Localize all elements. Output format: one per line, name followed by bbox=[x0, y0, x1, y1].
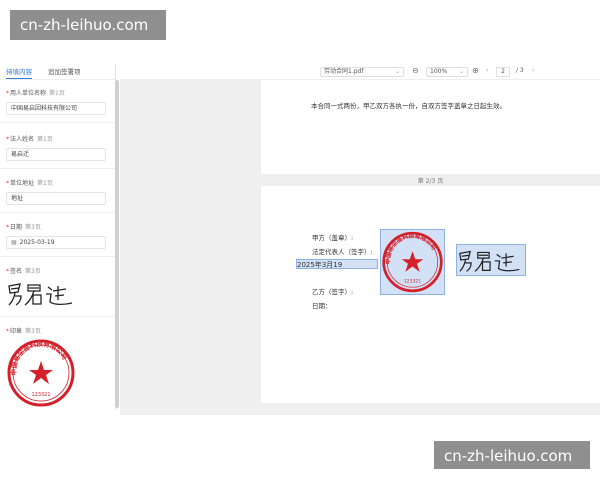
zoom-select[interactable]: 100% ⌄ bbox=[426, 67, 468, 77]
page: { "watermark": "cn-zh-leihuo.com", "tabs… bbox=[0, 0, 600, 480]
divider bbox=[0, 316, 116, 317]
zoom-value: 100% bbox=[430, 68, 448, 75]
party-a-label: 甲方（盖章）: bbox=[312, 234, 354, 242]
date-field-value: 2025年3月19 bbox=[297, 261, 343, 269]
watermark-top: cn-zh-leihuo.com bbox=[10, 10, 166, 40]
field-label: 法人姓名 bbox=[10, 136, 35, 143]
fill-panel: 待填内容 追加签署项 *用人单位名称 第1页 中国易启因科技有限公司 *法人姓名第… bbox=[0, 64, 116, 410]
field-employer-name: *用人单位名称 第1页 中国易启因科技有限公司 bbox=[6, 88, 110, 115]
field-legal-name: *法人姓名 第1页 易启迁 bbox=[6, 134, 110, 161]
seal-field-box[interactable]: 中国易企签科技有限公司 123321 bbox=[380, 229, 445, 295]
field-label: 单位地址 bbox=[10, 180, 35, 187]
prev-page-icon[interactable]: ‹ bbox=[486, 67, 488, 74]
field-label: 日期 bbox=[10, 224, 23, 231]
file-name: 劳动合同1.pdf bbox=[324, 68, 364, 75]
field-address: *单位地址 第1页 地址 bbox=[6, 178, 110, 205]
employer-name-input[interactable]: 中国易启因科技有限公司 bbox=[6, 102, 106, 115]
legal-rep-label: 法定代表人（签字）: bbox=[312, 248, 373, 256]
tab-add-sign-item[interactable]: 追加签署项 bbox=[48, 64, 81, 79]
document-page-2: 甲方（盖章）: 法定代表人（签字）: 2025年3月19 乙方（签字）: 日期：… bbox=[261, 186, 600, 403]
party-b-label: 乙方（签字）: bbox=[312, 288, 354, 296]
field-signature: *签名 第3页 bbox=[6, 268, 41, 275]
field-page: 第3页 bbox=[25, 328, 41, 335]
company-seal-icon: 中国易企签科技有限公司 123321 bbox=[7, 339, 75, 407]
date-value: 2025-03-19 bbox=[19, 239, 55, 246]
svg-text:123321: 123321 bbox=[31, 392, 50, 398]
field-seal: *印章 第3页 bbox=[6, 328, 41, 335]
viewer-toolbar: 劳动合同1.pdf ⌄ ⊖ 100% ⌄ ⊕ ‹ 2 / 3 › bbox=[120, 64, 600, 80]
legal-name-input[interactable]: 易启迁 bbox=[6, 148, 106, 161]
field-page: 第3页 bbox=[25, 224, 41, 231]
signature-field-box[interactable] bbox=[456, 244, 526, 276]
file-select[interactable]: 劳动合同1.pdf ⌄ bbox=[320, 67, 404, 77]
field-label: 用人单位名称 bbox=[10, 90, 47, 97]
signature-handwriting bbox=[459, 250, 520, 272]
chevron-down-icon: ⌄ bbox=[394, 68, 400, 75]
watermark-bottom: cn-zh-leihuo.com bbox=[434, 441, 590, 469]
field-date: *日期 第3页 ▦ 2025-03-19 bbox=[6, 222, 110, 249]
field-page: 第3页 bbox=[25, 268, 41, 275]
address-input[interactable]: 地址 bbox=[6, 192, 106, 205]
field-page: 第1页 bbox=[49, 90, 65, 97]
svg-text:123321: 123321 bbox=[404, 279, 421, 285]
seal-image[interactable]: 中国易企签科技有限公司 123321 bbox=[6, 338, 76, 408]
tab-pending-content[interactable]: 待填内容 bbox=[6, 64, 32, 79]
field-page: 第1页 bbox=[37, 180, 53, 187]
next-page-icon[interactable]: › bbox=[532, 67, 534, 74]
date-picker[interactable]: ▦ 2025-03-19 bbox=[6, 236, 106, 249]
calendar-icon: ▦ bbox=[11, 239, 17, 246]
company-seal-icon: 中国易企签科技有限公司 123321 bbox=[382, 232, 443, 293]
page-number-input[interactable]: 2 bbox=[496, 67, 510, 77]
divider bbox=[0, 122, 116, 123]
document-page-1: 本合同一式两份，甲乙双方各执一份，自双方签字盖章之日起生效。 bbox=[261, 80, 600, 174]
field-label: 签名 bbox=[10, 268, 23, 275]
field-label: 印章 bbox=[10, 328, 23, 335]
divider bbox=[0, 212, 116, 213]
left-panel-scrollbar[interactable] bbox=[115, 80, 119, 408]
divider bbox=[0, 256, 116, 257]
field-page: 第1页 bbox=[37, 136, 53, 143]
zoom-out-icon[interactable]: ⊖ bbox=[412, 66, 419, 75]
page-indicator: 第 2/3 页 bbox=[417, 178, 444, 185]
total-pages: / 3 bbox=[516, 67, 524, 74]
document-viewer[interactable]: 本合同一式两份，甲乙双方各执一份，自双方签字盖章之日起生效。 第 2/3 页 甲… bbox=[120, 80, 600, 415]
date-label: 日期： bbox=[312, 302, 332, 310]
zoom-in-icon[interactable]: ⊕ bbox=[472, 66, 479, 75]
panel-tabs: 待填内容 追加签署项 bbox=[0, 64, 115, 80]
contract-clause: 本合同一式两份，甲乙双方各执一份，自双方签字盖章之日起生效。 bbox=[311, 102, 506, 110]
divider bbox=[0, 168, 116, 169]
signature-image[interactable] bbox=[6, 278, 78, 308]
chevron-down-icon: ⌄ bbox=[458, 68, 464, 75]
signature-handwriting bbox=[8, 283, 73, 306]
